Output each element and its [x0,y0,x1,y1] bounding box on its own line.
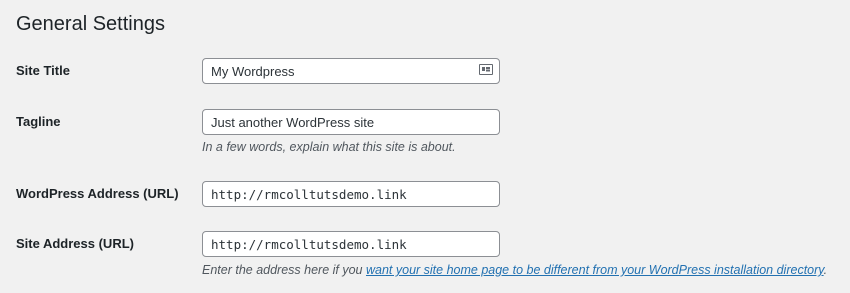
site-address-label: Site Address (URL) [16,236,134,251]
site-address-description: Enter the address here if you want your … [202,262,827,278]
id-card-icon[interactable] [479,64,493,75]
site-title-label: Site Title [16,63,70,78]
tagline-input[interactable] [202,109,500,135]
site-address-description-prefix: Enter the address here if you [202,263,366,277]
page-title: General Settings [16,13,165,35]
wordpress-address-label: WordPress Address (URL) [16,186,179,201]
wordpress-address-input[interactable] [202,181,500,207]
site-address-input[interactable] [202,231,500,257]
home-page-different-link[interactable]: want your site home page to be different… [366,263,824,277]
site-title-input[interactable] [202,58,500,84]
site-address-description-suffix: . [823,263,828,277]
tagline-description: In a few words, explain what this site i… [202,140,456,154]
tagline-label: Tagline [16,114,61,129]
